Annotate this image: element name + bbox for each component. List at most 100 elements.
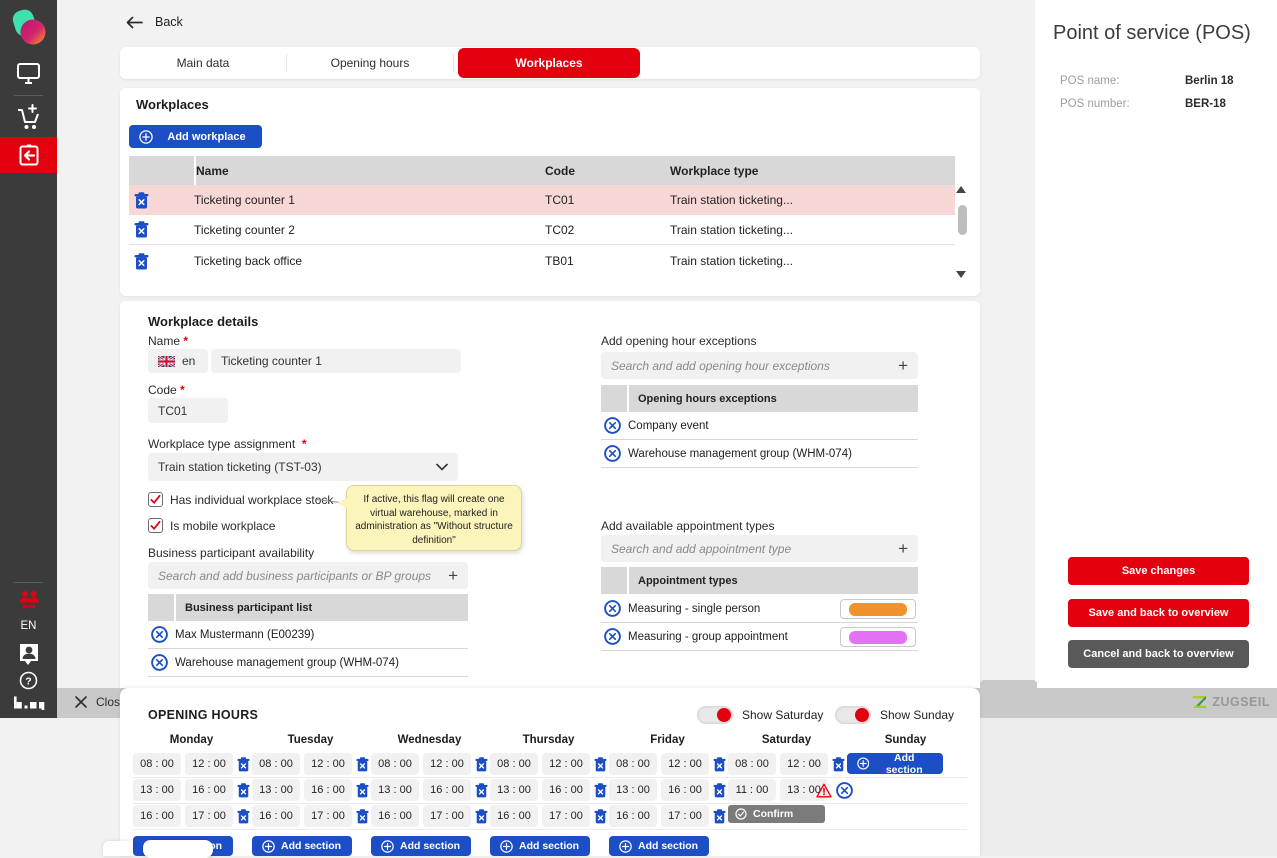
delete-workplace-icon[interactable] bbox=[134, 221, 149, 238]
add-workplace-button[interactable]: Add workplace bbox=[129, 125, 262, 148]
delete-section-icon[interactable] bbox=[713, 783, 726, 798]
time-to[interactable]: 16 : 00 bbox=[185, 779, 233, 801]
delete-section-icon[interactable] bbox=[713, 757, 726, 772]
time-to[interactable]: 17 : 00 bbox=[423, 805, 471, 827]
tab-main-data[interactable]: Main data bbox=[120, 47, 286, 79]
add-section-button-sunday[interactable]: Add section bbox=[847, 753, 943, 774]
delete-section-icon[interactable] bbox=[237, 783, 250, 798]
confirm-button[interactable]: Confirm bbox=[728, 805, 825, 823]
delete-section-icon[interactable] bbox=[475, 809, 488, 824]
bp-search-input[interactable]: Search and add business participants or … bbox=[148, 562, 468, 589]
time-to[interactable]: 16 : 00 bbox=[661, 779, 709, 801]
remove-icon[interactable] bbox=[151, 626, 168, 643]
delete-section-icon[interactable] bbox=[594, 757, 607, 772]
time-from[interactable]: 13 : 00 bbox=[252, 779, 300, 801]
close-button[interactable]: Close bbox=[75, 695, 127, 709]
delete-section-icon[interactable] bbox=[237, 757, 250, 772]
delete-section-icon[interactable] bbox=[237, 809, 250, 824]
time-from[interactable]: 16 : 00 bbox=[609, 805, 657, 827]
add-cart-icon[interactable] bbox=[0, 103, 57, 132]
delete-section-icon[interactable] bbox=[832, 757, 845, 772]
time-from[interactable]: 16 : 00 bbox=[371, 805, 419, 827]
name-input[interactable]: Ticketing counter 1 bbox=[211, 349, 461, 373]
remove-icon[interactable] bbox=[604, 600, 621, 617]
tab-opening-hours[interactable]: Opening hours bbox=[287, 47, 453, 79]
delete-section-icon[interactable] bbox=[356, 809, 369, 824]
workplace-type-select[interactable]: Train station ticketing (TST-03) bbox=[148, 453, 458, 481]
table-row[interactable]: Ticketing back office TB01 Train station… bbox=[129, 246, 955, 276]
time-from[interactable]: 08 : 00 bbox=[728, 753, 776, 775]
remove-icon[interactable] bbox=[604, 417, 621, 434]
monitor-icon[interactable] bbox=[0, 62, 57, 85]
time-to[interactable]: 16 : 00 bbox=[542, 779, 590, 801]
time-from[interactable]: 16 : 00 bbox=[133, 805, 181, 827]
time-to[interactable]: 16 : 00 bbox=[304, 779, 352, 801]
scrollbar-thumb[interactable] bbox=[958, 205, 967, 235]
add-section-button-friday[interactable]: Add section bbox=[609, 836, 709, 856]
name-language-box[interactable]: en bbox=[148, 349, 208, 373]
delete-workplace-icon[interactable] bbox=[134, 192, 149, 209]
sidebar-item-active[interactable] bbox=[0, 137, 57, 173]
save-back-button[interactable]: Save and back to overview bbox=[1068, 599, 1249, 627]
time-from[interactable]: 08 : 00 bbox=[133, 753, 181, 775]
appointments-add-icon[interactable]: + bbox=[898, 539, 908, 559]
time-from[interactable]: 16 : 00 bbox=[252, 805, 300, 827]
time-to[interactable]: 17 : 00 bbox=[304, 805, 352, 827]
cancel-back-button[interactable]: Cancel and back to overview bbox=[1068, 640, 1249, 668]
delete-section-icon[interactable] bbox=[594, 809, 607, 824]
time-from[interactable]: 13 : 00 bbox=[371, 779, 419, 801]
time-to[interactable]: 12 : 00 bbox=[304, 753, 352, 775]
remove-section-icon[interactable] bbox=[836, 782, 853, 799]
show-saturday-toggle[interactable] bbox=[697, 706, 733, 724]
tab-workplaces[interactable]: Workplaces bbox=[458, 48, 640, 78]
time-to[interactable]: 12 : 00 bbox=[661, 753, 709, 775]
add-section-button-thursday[interactable]: Add section bbox=[490, 836, 590, 856]
delete-section-icon[interactable] bbox=[356, 757, 369, 772]
remove-icon[interactable] bbox=[604, 628, 621, 645]
scroll-down-arrow[interactable] bbox=[956, 271, 966, 278]
exceptions-add-icon[interactable]: + bbox=[898, 356, 908, 376]
save-changes-button[interactable]: Save changes bbox=[1068, 557, 1249, 585]
help-icon[interactable]: ? bbox=[0, 671, 57, 690]
back-button[interactable]: Back bbox=[126, 15, 183, 29]
delete-workplace-icon[interactable] bbox=[134, 253, 149, 270]
time-from[interactable]: 08 : 00 bbox=[609, 753, 657, 775]
delete-section-icon[interactable] bbox=[475, 757, 488, 772]
time-to[interactable]: 12 : 00 bbox=[542, 753, 590, 775]
time-to[interactable]: 12 : 00 bbox=[780, 753, 828, 775]
scroll-up-arrow[interactable] bbox=[956, 186, 966, 193]
time-to[interactable]: 16 : 00 bbox=[423, 779, 471, 801]
time-from[interactable]: 11 : 00 bbox=[728, 779, 776, 801]
appointments-search-input[interactable]: Search and add appointment type+ bbox=[601, 535, 918, 562]
business-participants-icon[interactable] bbox=[0, 590, 57, 610]
time-to[interactable]: 12 : 00 bbox=[185, 753, 233, 775]
appointment-color-button[interactable] bbox=[840, 627, 916, 647]
add-section-button-wednesday[interactable]: Add section bbox=[371, 836, 471, 856]
time-to[interactable]: 12 : 00 bbox=[423, 753, 471, 775]
exceptions-search-input[interactable]: Search and add opening hour exceptions+ bbox=[601, 352, 918, 379]
bp-add-icon[interactable]: + bbox=[448, 566, 458, 586]
delete-section-icon[interactable] bbox=[594, 783, 607, 798]
profile-icon[interactable] bbox=[0, 642, 57, 666]
has-stock-checkbox[interactable] bbox=[148, 492, 163, 507]
delete-section-icon[interactable] bbox=[713, 809, 726, 824]
time-from[interactable]: 08 : 00 bbox=[490, 753, 538, 775]
time-from[interactable]: 08 : 00 bbox=[371, 753, 419, 775]
table-row[interactable]: Ticketing counter 2 TC02 Train station t… bbox=[129, 215, 955, 245]
appointment-color-button[interactable] bbox=[840, 599, 916, 619]
time-from[interactable]: 08 : 00 bbox=[252, 753, 300, 775]
show-sunday-toggle[interactable] bbox=[835, 706, 871, 724]
is-mobile-checkbox[interactable] bbox=[148, 518, 163, 533]
time-to[interactable]: 17 : 00 bbox=[661, 805, 709, 827]
code-input[interactable]: TC01 bbox=[148, 398, 228, 423]
time-from[interactable]: 16 : 00 bbox=[490, 805, 538, 827]
time-to[interactable]: 17 : 00 bbox=[542, 805, 590, 827]
delete-section-icon[interactable] bbox=[475, 783, 488, 798]
time-from[interactable]: 13 : 00 bbox=[133, 779, 181, 801]
delete-section-icon[interactable] bbox=[356, 783, 369, 798]
remove-icon[interactable] bbox=[151, 654, 168, 671]
time-to[interactable]: 17 : 00 bbox=[185, 805, 233, 827]
remove-icon[interactable] bbox=[604, 445, 621, 462]
add-section-button-tuesday[interactable]: Add section bbox=[252, 836, 352, 856]
table-row-selected[interactable]: Ticketing counter 1 TC01 Train station t… bbox=[129, 185, 955, 215]
